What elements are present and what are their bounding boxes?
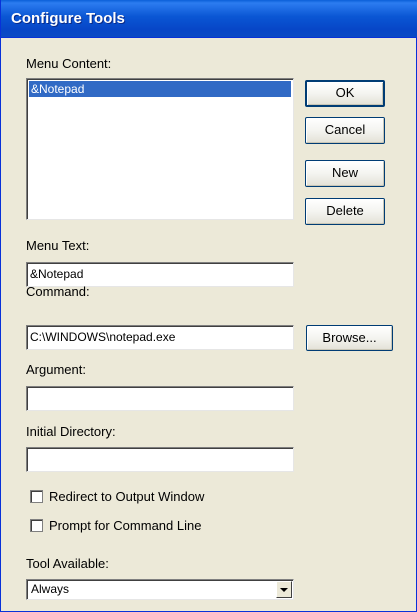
menu-content-label: Menu Content: (26, 56, 112, 71)
argument-label: Argument: (26, 362, 86, 377)
prompt-label[interactable]: Prompt for Command Line (49, 518, 201, 533)
ok-button[interactable]: OK (305, 80, 385, 107)
list-item[interactable]: &Notepad (29, 81, 291, 97)
initial-directory-input[interactable] (26, 447, 294, 472)
argument-input[interactable] (26, 386, 294, 411)
initial-directory-label: Initial Directory: (26, 424, 116, 439)
browse-button[interactable]: Browse... (306, 325, 393, 351)
chevron-down-icon (280, 588, 288, 592)
tool-available-label: Tool Available: (26, 556, 109, 571)
title-bar[interactable]: Configure Tools (1, 0, 417, 38)
window-title: Configure Tools (11, 10, 125, 27)
prompt-checkbox[interactable] (30, 519, 43, 532)
command-label: Command: (26, 284, 90, 299)
tool-available-value: Always (31, 582, 70, 596)
redirect-label[interactable]: Redirect to Output Window (49, 489, 204, 504)
command-input[interactable]: C:\WINDOWS\notepad.exe (26, 325, 294, 350)
menu-text-label: Menu Text: (26, 238, 90, 253)
delete-button[interactable]: Delete (305, 198, 385, 225)
new-button[interactable]: New (305, 160, 385, 187)
cancel-button[interactable]: Cancel (305, 117, 385, 144)
redirect-checkbox[interactable] (30, 490, 43, 503)
dropdown-button[interactable] (276, 581, 292, 598)
configure-tools-dialog: Configure Tools Menu Content: &Notepad O… (0, 0, 417, 612)
menu-content-list[interactable]: &Notepad (26, 78, 294, 220)
tool-available-select[interactable]: Always (26, 579, 294, 600)
